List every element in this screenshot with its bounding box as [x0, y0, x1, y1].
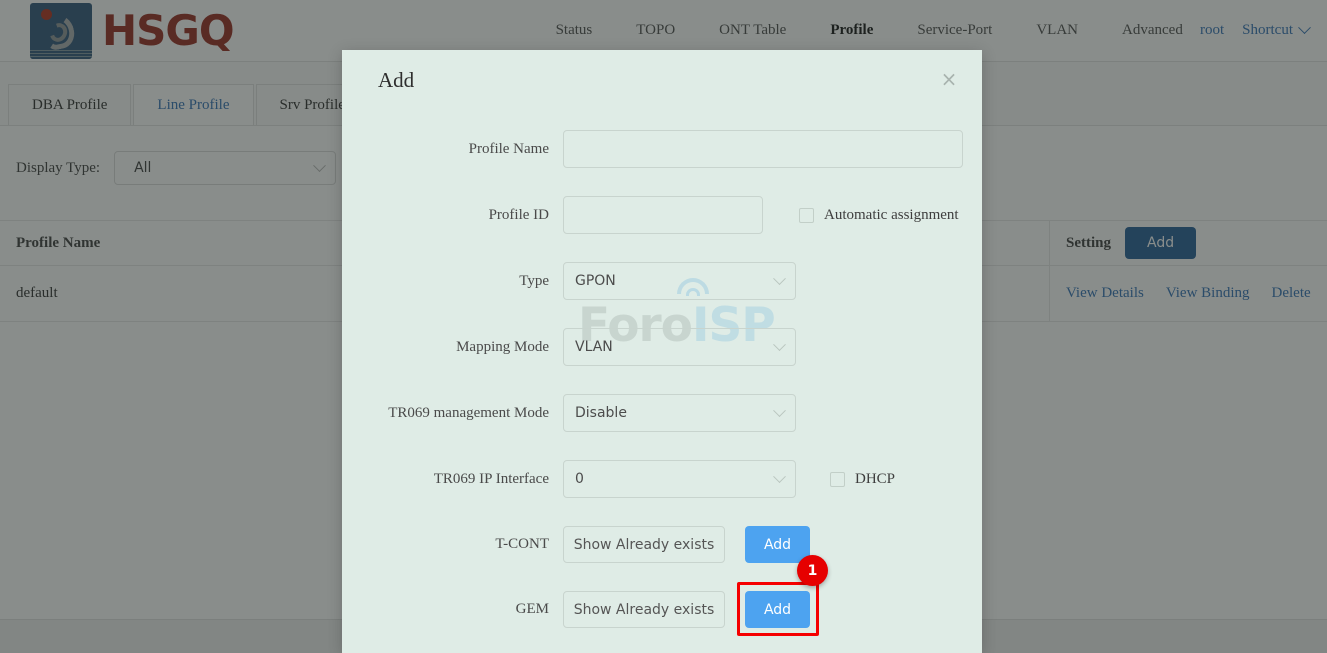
tcont-add-button[interactable]: Add — [745, 526, 810, 563]
type-value: GPON — [575, 273, 616, 289]
automatic-assignment-checkbox-group[interactable]: Automatic assignment — [799, 207, 959, 224]
dialog-body: Profile Name Profile ID Automatic assign… — [342, 108, 982, 636]
mapping-mode-value: VLAN — [575, 339, 613, 355]
tr069-ip-interface-select[interactable]: 0 — [563, 460, 796, 498]
profile-name-label: Profile Name — [468, 140, 549, 157]
chevron-down-icon — [773, 403, 786, 417]
close-icon[interactable]: × — [936, 66, 962, 92]
chevron-down-icon — [773, 337, 786, 351]
field-row-tr069-ip-interface: TR069 IP Interface 0 DHCP — [342, 460, 982, 498]
gem-label: GEM — [515, 601, 549, 617]
field-row-tr069-management-mode: TR069 management Mode Disable — [342, 394, 982, 432]
tcont-label: T-CONT — [495, 536, 549, 552]
chevron-down-icon — [773, 271, 786, 285]
mapping-mode-select[interactable]: VLAN — [563, 328, 796, 366]
step-badge: 1 — [797, 555, 828, 586]
field-row-profile-name: Profile Name — [342, 130, 982, 168]
gem-add-highlight-wrapper: Add 1 — [737, 555, 828, 636]
tr069-ip-interface-value: 0 — [575, 471, 584, 487]
type-select[interactable]: GPON — [563, 262, 796, 300]
automatic-assignment-label: Automatic assignment — [824, 206, 959, 223]
dialog-header: Add × — [342, 50, 982, 108]
type-label: Type — [519, 272, 549, 289]
tr069-management-mode-label: TR069 management Mode — [388, 404, 549, 421]
field-row-type: Type GPON — [342, 262, 982, 300]
field-row-mapping-mode: Mapping Mode VLAN — [342, 328, 982, 366]
tcont-show-existing-button[interactable]: Show Already exists — [563, 526, 725, 563]
tr069-ip-interface-label: TR069 IP Interface — [433, 470, 549, 487]
field-row-profile-id: Profile ID Automatic assignment — [342, 196, 982, 234]
gem-show-existing-button[interactable]: Show Already exists — [563, 591, 725, 628]
profile-id-input[interactable] — [563, 196, 763, 234]
app-root: HSGQ Status TOPO ONT Table Profile Servi… — [0, 0, 1327, 653]
dhcp-label: DHCP — [855, 470, 896, 487]
chevron-down-icon — [773, 469, 786, 483]
tr069-management-mode-value: Disable — [575, 405, 627, 421]
profile-name-input[interactable] — [563, 130, 963, 168]
profile-id-label: Profile ID — [488, 206, 549, 223]
dhcp-checkbox-group[interactable]: DHCP — [830, 471, 895, 488]
mapping-mode-label: Mapping Mode — [456, 338, 549, 355]
field-row-tcont: T-CONT Show Already exists Add — [342, 526, 982, 563]
dialog-title: Add — [378, 68, 415, 92]
gem-add-button[interactable]: Add — [745, 591, 810, 628]
field-row-gem: GEM Show Already exists Add 1 — [342, 555, 982, 636]
tr069-management-mode-select[interactable]: Disable — [563, 394, 796, 432]
dhcp-checkbox[interactable] — [830, 471, 845, 487]
automatic-assignment-checkbox[interactable] — [799, 207, 814, 223]
add-line-profile-dialog: ForoISP Add × Profile Name Profile ID Au… — [342, 50, 982, 653]
